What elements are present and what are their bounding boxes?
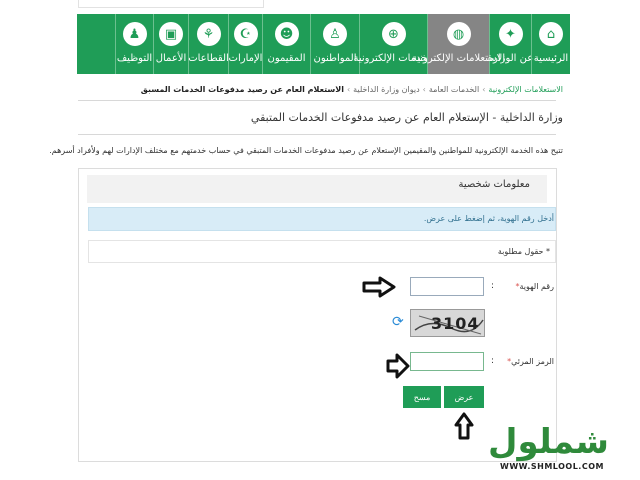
globe-icon: ⊕	[381, 22, 406, 46]
id-colon: :	[491, 281, 495, 291]
emirates-icon: ☪	[233, 22, 258, 46]
top-frame	[78, 0, 264, 8]
divider	[78, 134, 556, 135]
nav-item-9[interactable]: ♟ التوظيف	[115, 14, 153, 74]
right-arrow-icon	[386, 353, 410, 379]
nav-item-label: الأعمال	[155, 53, 187, 64]
briefcase-icon: ▣	[159, 22, 183, 46]
id-number-input[interactable]	[410, 277, 484, 296]
view-button[interactable]: عرض	[444, 386, 484, 408]
nav-item-label: المواطنون	[313, 53, 357, 64]
refresh-captcha-icon[interactable]: ⟳	[392, 314, 404, 330]
required-note: * حقول مطلوبة	[497, 247, 550, 256]
nav-item-0[interactable]: ⌂ الرئيسية	[531, 14, 570, 74]
nav-item-label: عن الوزارة	[487, 53, 534, 64]
nav-item-7[interactable]: ⚘ القطاعات	[188, 14, 229, 74]
captcha-label: الرمز المرئي*	[507, 357, 554, 366]
id-number-label: رقم الهوية*	[515, 282, 554, 291]
panel-title: معلومات شخصية	[458, 179, 530, 190]
nav-item-5[interactable]: ☻ المقيمون	[262, 14, 310, 74]
captcha-input[interactable]	[410, 352, 484, 371]
clear-button[interactable]: مسح	[403, 386, 441, 408]
captcha-image: 3104	[410, 309, 485, 337]
inquiry-icon: ◍	[446, 22, 471, 46]
employment-icon: ♟	[122, 22, 147, 46]
captcha-text: 3104	[431, 314, 480, 333]
breadcrumb-current: الاستعلام العام عن رصيد مدفوعات الخدمات …	[140, 85, 344, 94]
right-arrow-icon	[362, 276, 396, 298]
home-icon: ⌂	[539, 22, 563, 46]
citizen-icon: ♙	[323, 22, 347, 46]
nav-item-label: الإمارات	[228, 53, 263, 64]
divider	[78, 100, 556, 101]
up-arrow-icon	[454, 412, 474, 440]
nav-item-3[interactable]: ⊕ الخدمات الإلكترونية	[353, 14, 434, 74]
nav-item-2[interactable]: ◍ الاستعلامات الإلكترونية	[412, 14, 505, 74]
ministry-emblem-icon: ✦	[498, 22, 523, 46]
nav-item-8[interactable]: ▣ الأعمال	[153, 14, 188, 74]
residents-icon: ☻	[274, 22, 299, 46]
breadcrumb-ministry-link[interactable]: ديوان وزارة الداخلية	[353, 85, 420, 94]
info-alert-text: أدخل رقم الهوية، ثم إضغط على عرض.	[423, 214, 554, 223]
breadcrumb-home-link[interactable]: الاستعلامات الإلكترونية	[488, 85, 563, 94]
nav-item-label: القطاعات	[188, 53, 229, 64]
sectors-icon: ⚘	[196, 22, 221, 46]
shmlool-logo: شملول	[488, 422, 609, 462]
nav-item-6[interactable]: ☪ الإمارات	[228, 14, 262, 74]
nav-item-label: المقيمون	[267, 53, 306, 64]
breadcrumb-public-services-link[interactable]: الخدمات العامة	[429, 85, 479, 94]
breadcrumb: الاستعلامات الإلكترونية›الخدمات العامة›د…	[140, 85, 563, 94]
nav-item-1[interactable]: ✦ عن الوزارة	[487, 14, 534, 74]
page-title: وزارة الداخلية - الإستعلام العام عن رصيد…	[250, 111, 563, 124]
required-note-box	[88, 240, 556, 263]
page-intro: تتيح هذه الخدمة الإلكترونية للمواطنين وا…	[49, 146, 563, 155]
captcha-colon: :	[491, 356, 495, 366]
nav-item-label: التوظيف	[116, 53, 153, 64]
shmlool-url: WWW.SHMLOOL.COM	[500, 462, 604, 471]
nav-item-label: الرئيسية	[533, 53, 569, 64]
nav-item-4[interactable]: ♙ المواطنون	[310, 14, 359, 74]
main-nav: ⌂ الرئيسية ✦ عن الوزارة ◍ الاستعلامات الإلكتر…	[77, 14, 570, 74]
